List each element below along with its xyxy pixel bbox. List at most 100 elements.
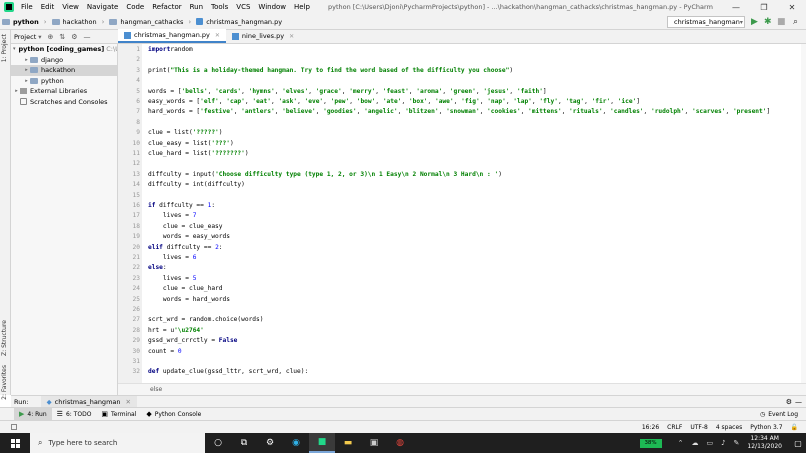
code-line[interactable]: 27 scrt_wrd = random.choice(words): [118, 315, 806, 325]
code-line[interactable]: 18 clue = clue_easy: [118, 222, 806, 232]
python-interpreter[interactable]: Python 3.7: [750, 424, 782, 431]
close-icon[interactable]: ✕: [289, 33, 294, 40]
code-line[interactable]: 28 hrt = u'\u2764': [118, 326, 806, 336]
code-line[interactable]: 9 clue = list('?????'): [118, 128, 806, 138]
code-line[interactable]: 29 gssd_wrd_crrctly = False: [118, 336, 806, 346]
code-line[interactable]: 3 print("This is a holiday-themed hangman…: [118, 66, 806, 76]
code-line[interactable]: 31: [118, 357, 806, 367]
event-log-button[interactable]: ◷ Event Log: [760, 411, 806, 418]
tree-item[interactable]: Scratches and Consoles: [11, 97, 117, 108]
code-line[interactable]: 16 if diffculty == 1:: [118, 201, 806, 211]
run-tab[interactable]: ◆ christmas_hangman ✕: [40, 395, 137, 408]
pycharm-taskbar-icon[interactable]: ■: [309, 433, 335, 453]
structure-tool-tab[interactable]: Z: Structure: [1, 320, 8, 356]
code-line[interactable]: 32 def update_clue(gssd_lttr, scrt_wrd, c…: [118, 367, 806, 377]
code-line[interactable]: 6 easy_words = ['elf', 'cap', 'eat', 'ask…: [118, 97, 806, 107]
line-separator[interactable]: CRLF: [667, 424, 682, 431]
windows-start-icon[interactable]: [0, 433, 30, 453]
locate-icon[interactable]: ⊕: [48, 33, 54, 41]
tree-item[interactable]: ▾python [coding_games]C:\U: [11, 44, 117, 55]
debug-icon[interactable]: ✱: [764, 17, 772, 27]
tool-window-run[interactable]: ▶ 4: Run: [14, 407, 52, 421]
chrome-icon[interactable]: ◍: [387, 433, 413, 453]
code-line[interactable]: 5 words = ['bells', 'cards', 'hymns', 'el…: [118, 87, 806, 97]
volume-icon[interactable]: ♪: [721, 439, 725, 447]
maximize-icon[interactable]: ❐: [750, 3, 778, 12]
code-line[interactable]: 11 clue_hard = list('???????'): [118, 149, 806, 159]
editor-scrollbar[interactable]: [801, 44, 806, 383]
code-line[interactable]: 14 diffculty = int(diffculty): [118, 180, 806, 190]
pen-icon[interactable]: ✎: [734, 439, 740, 447]
code-line[interactable]: 15: [118, 191, 806, 201]
menu-window[interactable]: Window: [254, 3, 290, 11]
code-line[interactable]: 26: [118, 305, 806, 315]
chevron-icon[interactable]: ▸: [13, 88, 20, 94]
code-line[interactable]: 30 count = 0: [118, 347, 806, 357]
battery-indicator[interactable]: 38%: [639, 438, 662, 448]
code-line[interactable]: 7 hard_words = ['festive', 'antlers', 'be…: [118, 107, 806, 117]
chevron-icon[interactable]: ▸: [23, 78, 30, 84]
gear-icon[interactable]: ⚙: [786, 398, 792, 406]
code-line[interactable]: 22 else:: [118, 263, 806, 273]
project-tool-tab[interactable]: 1: Project: [1, 34, 8, 62]
code-line[interactable]: 25 words = hard_words: [118, 295, 806, 305]
taskbar-clock[interactable]: 12:34 AM 12/13/2020: [747, 435, 782, 451]
taskbar-search-box[interactable]: ⌕ Type here to search: [30, 433, 205, 453]
code-line[interactable]: 20 elif diffculty == 2:: [118, 243, 806, 253]
code-line[interactable]: 19 words = easy_words: [118, 232, 806, 242]
code-line[interactable]: 10 clue_easy = list('???'): [118, 139, 806, 149]
breadcrumb-project[interactable]: python: [0, 18, 41, 26]
file-explorer-icon[interactable]: ▬: [335, 433, 361, 453]
menu-file[interactable]: File: [17, 3, 37, 11]
collapse-all-icon[interactable]: ⇅: [59, 33, 65, 41]
task-view-icon[interactable]: ⧉: [231, 433, 257, 453]
edge-icon[interactable]: ◉: [283, 433, 309, 453]
close-icon[interactable]: ✕: [778, 3, 806, 12]
menu-vcs[interactable]: VCS: [232, 3, 254, 11]
breadcrumb-hackathon[interactable]: hackathon: [50, 18, 99, 26]
editor-tab[interactable]: nine_lives.py ✕: [226, 29, 300, 43]
code-line[interactable]: 8: [118, 118, 806, 128]
tree-item[interactable]: ▸ django: [11, 55, 117, 66]
tool-window-python-console[interactable]: ◆ Python Console: [141, 408, 206, 421]
favorites-tool-tab[interactable]: 2: Favorites: [1, 365, 8, 400]
menu-help[interactable]: Help: [290, 3, 314, 11]
menu-tools[interactable]: Tools: [207, 3, 232, 11]
chevron-icon[interactable]: ▸: [23, 57, 30, 63]
code-line[interactable]: 17 lives = 7: [118, 211, 806, 221]
code-line[interactable]: 23 lives = 5: [118, 274, 806, 284]
code-line[interactable]: 21 lives = 6: [118, 253, 806, 263]
indent-setting[interactable]: 4 spaces: [716, 424, 742, 431]
menu-refactor[interactable]: Refactor: [148, 3, 185, 11]
menu-navigate[interactable]: Navigate: [83, 3, 122, 11]
tool-window-todo[interactable]: ☰ 6: TODO: [52, 408, 97, 421]
gear-icon[interactable]: ⚙: [71, 33, 77, 41]
stop-icon[interactable]: ■: [777, 17, 786, 27]
hide-icon[interactable]: —: [84, 33, 91, 41]
project-panel-title[interactable]: Project: [14, 33, 36, 41]
menu-run[interactable]: Run: [186, 3, 207, 11]
tree-item[interactable]: ▸ python: [11, 76, 117, 87]
menu-view[interactable]: View: [58, 3, 83, 11]
code-line[interactable]: 12: [118, 159, 806, 169]
tree-item[interactable]: ▸ hackathon: [11, 65, 117, 76]
code-line[interactable]: 24 clue = clue_hard: [118, 284, 806, 294]
chevron-icon[interactable]: ▸: [23, 67, 30, 73]
code-line[interactable]: 13 diffculty = input('Choose difficulty t…: [118, 170, 806, 180]
cortana-icon[interactable]: ○: [205, 433, 231, 453]
tool-window-terminal[interactable]: ▣ Terminal: [96, 408, 141, 421]
run-configuration-select[interactable]: christmas_hangman ▾: [667, 16, 745, 28]
breadcrumb-hangman-cathacks[interactable]: hangman_cathacks: [107, 18, 185, 26]
lock-icon[interactable]: 🔓: [791, 424, 798, 431]
editor-tab[interactable]: christmas_hangman.py ✕: [118, 29, 226, 43]
hide-icon[interactable]: —: [795, 398, 802, 406]
minimize-icon[interactable]: —: [722, 3, 750, 12]
settings-icon[interactable]: ⚙: [257, 433, 283, 453]
layout-icon[interactable]: [11, 424, 17, 430]
code-line[interactable]: 2: [118, 55, 806, 65]
code-line[interactable]: 4: [118, 76, 806, 86]
tree-item[interactable]: ▸ External Libraries: [11, 86, 117, 97]
menu-code[interactable]: Code: [122, 3, 148, 11]
breadcrumb-file[interactable]: christmas_hangman.py: [194, 18, 284, 26]
run-icon[interactable]: ▶: [751, 17, 758, 27]
